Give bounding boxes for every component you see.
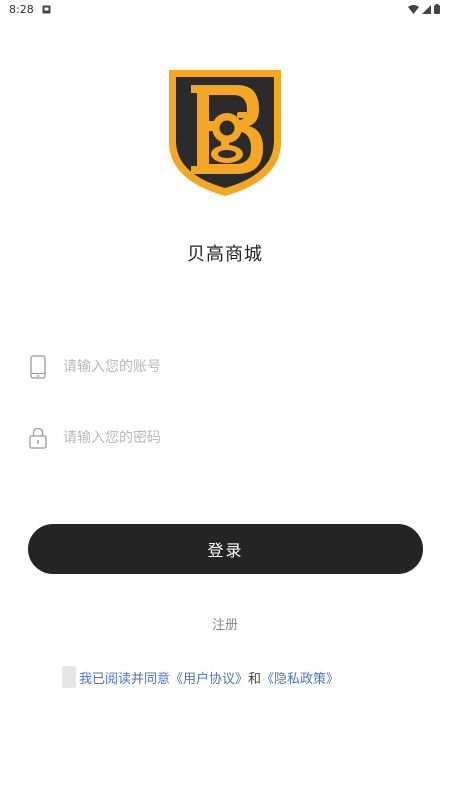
wifi-icon — [408, 4, 419, 14]
status-bar: 8:28 — [0, 0, 450, 18]
agree-checkbox[interactable] — [62, 666, 76, 688]
signal-icon — [422, 4, 431, 14]
phone-icon — [28, 355, 48, 379]
register-link[interactable]: 注册 — [0, 614, 450, 633]
privacy-policy-link[interactable]: 《隐私政策》 — [261, 668, 339, 687]
account-input[interactable] — [63, 359, 383, 375]
login-button[interactable]: 登录 — [28, 524, 423, 574]
status-left: 8:28 — [0, 3, 51, 16]
notification-icon — [42, 5, 51, 14]
agreement-and: 和 — [248, 671, 262, 687]
password-input[interactable] — [63, 430, 383, 446]
password-field[interactable] — [28, 423, 422, 453]
battery-icon — [434, 4, 440, 14]
app-title: 贝高商城 — [187, 244, 263, 265]
status-time: 8:28 — [9, 2, 34, 16]
user-agreement-link[interactable]: 《用户协议》 — [170, 668, 248, 687]
agreement-text: 我已阅读并同意 — [79, 671, 171, 687]
app-logo — [167, 68, 283, 198]
status-right — [408, 4, 450, 14]
agreement-row: 我已阅读并同意 《用户协议》 和 《隐私政策》 — [62, 664, 339, 690]
account-field[interactable] — [28, 352, 422, 382]
lock-icon — [28, 426, 48, 450]
